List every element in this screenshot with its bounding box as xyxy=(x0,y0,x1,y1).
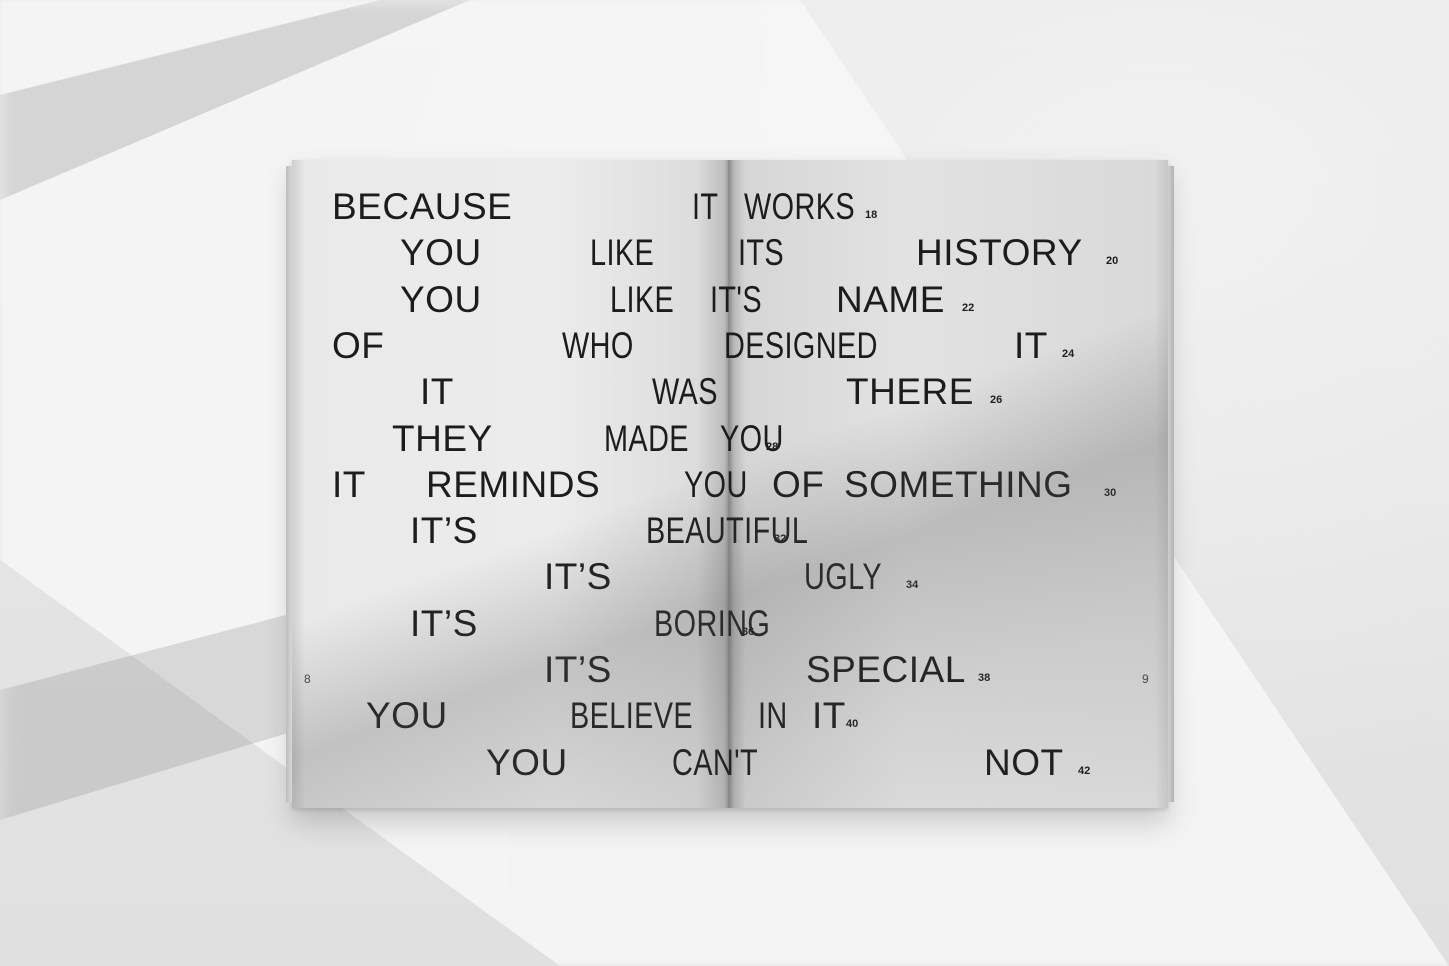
poem-word: IT’S xyxy=(410,602,478,644)
poem-word: NOT xyxy=(984,741,1064,783)
poem-word: LIKE xyxy=(590,232,655,274)
poem-word: WHO xyxy=(562,324,634,366)
poem-word: YOU xyxy=(366,695,448,737)
poem-word: IT xyxy=(692,186,719,227)
poem-word: BECAUSE xyxy=(332,186,513,227)
poem-word: SPECIAL xyxy=(806,649,966,690)
line-number: 34 xyxy=(906,579,919,592)
poem-word: YOU xyxy=(684,463,748,505)
poem-word: DESIGNED xyxy=(724,324,878,366)
poem-word: YOU xyxy=(400,278,482,320)
page-stack-right xyxy=(1168,166,1174,802)
poem-word: WAS xyxy=(652,371,718,413)
line-number: 32 xyxy=(774,533,787,546)
line-number: 38 xyxy=(978,672,991,684)
poem-word: CAN'T xyxy=(672,741,759,783)
poem-word: IT xyxy=(332,463,366,505)
poem-word: WORKS xyxy=(744,186,855,227)
poem-word: IT xyxy=(1014,324,1048,366)
poem-word: OF xyxy=(332,324,385,366)
line-number: 26 xyxy=(990,394,1003,407)
line-number: 30 xyxy=(1104,486,1117,499)
poem-word: IT’S xyxy=(544,649,612,690)
photo-scene: 8 9 BECAUSE IT WORKS 18 YOU LIKE ITS HISTORY 20 Y… xyxy=(0,0,1449,966)
poem-word: BELIEVE xyxy=(570,695,694,737)
line-number: 24 xyxy=(1062,347,1075,360)
poem-word: YOU xyxy=(400,232,482,274)
poem-word: SOMETHING xyxy=(844,463,1073,505)
poem-word: THERE xyxy=(846,371,974,413)
poem-word: ITS xyxy=(738,232,785,274)
poem-word: IT xyxy=(420,371,454,413)
poem-word: THEY xyxy=(392,417,493,459)
line-number: 36 xyxy=(742,625,755,638)
line-number: 20 xyxy=(1106,255,1119,268)
line-number: 28 xyxy=(766,440,779,453)
typographic-poem: BECAUSE IT WORKS 18 YOU LIKE ITS HISTORY 20 YOU LI… xyxy=(292,160,1168,808)
poem-word: MADE xyxy=(604,417,689,459)
line-number: 40 xyxy=(846,718,859,731)
poem-word: YOU xyxy=(486,741,568,783)
poem-word: OF xyxy=(772,463,825,505)
line-number: 18 xyxy=(865,209,878,221)
line-number: 42 xyxy=(1078,764,1091,777)
poem-word: IT’S xyxy=(544,556,612,598)
poem-word: IN xyxy=(758,695,788,737)
poem-word: LIKE xyxy=(610,278,675,320)
poem-word: HISTORY xyxy=(916,232,1083,274)
poem-word: IT'S xyxy=(710,278,762,320)
poem-word: NAME xyxy=(836,278,945,320)
open-magazine: 8 9 BECAUSE IT WORKS 18 YOU LIKE ITS HISTORY 20 Y… xyxy=(286,160,1174,808)
line-number: 22 xyxy=(962,301,975,314)
poem-word: IT’S xyxy=(410,510,478,552)
poem-word: IT xyxy=(812,695,846,737)
poem-word: REMINDS xyxy=(426,463,601,505)
poem-word: UGLY xyxy=(804,556,883,598)
